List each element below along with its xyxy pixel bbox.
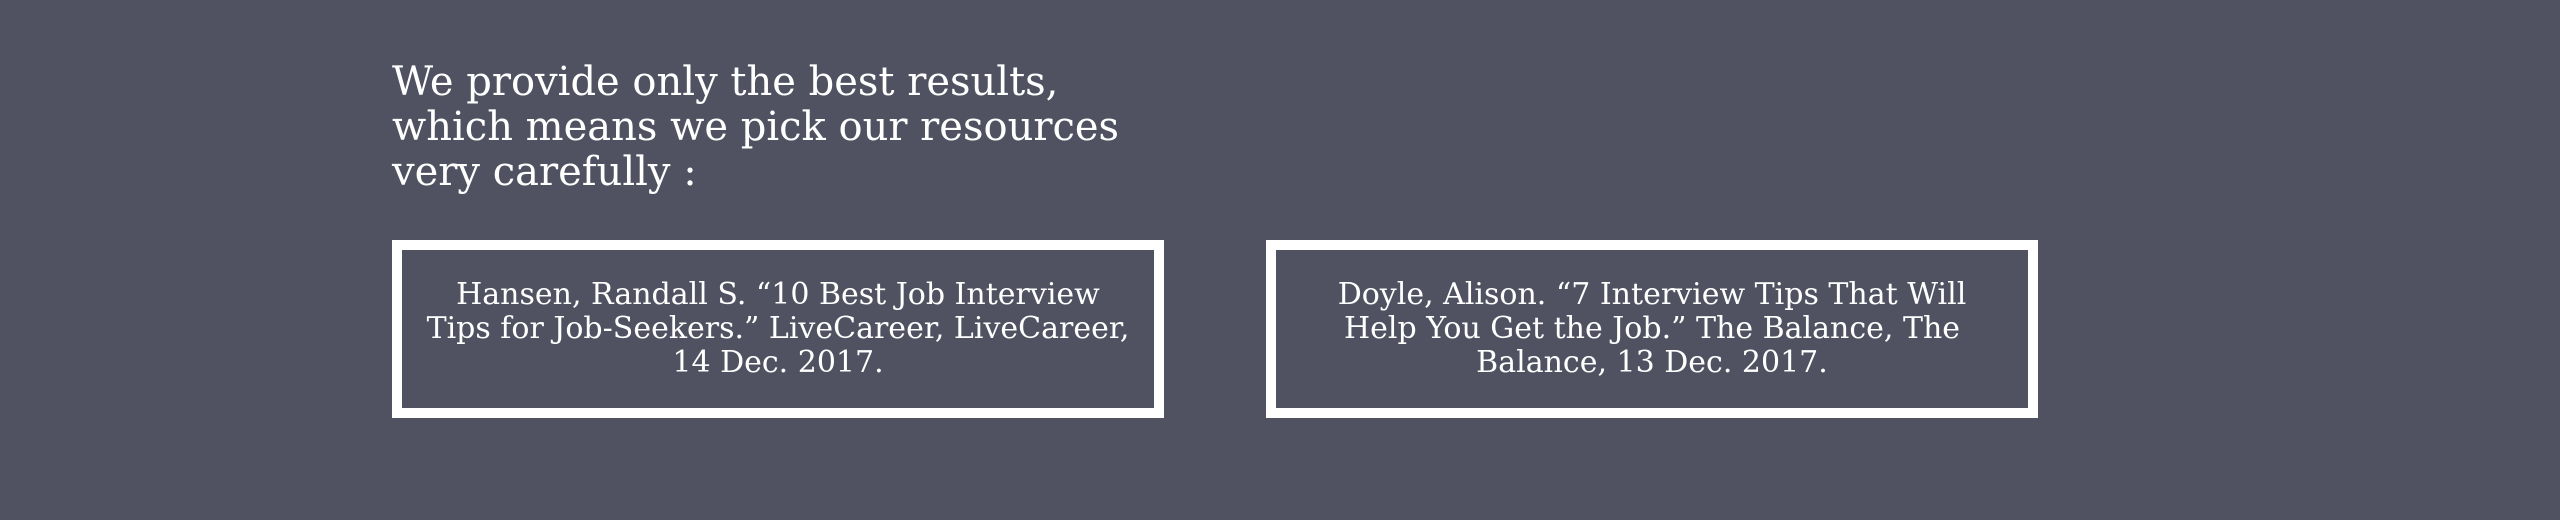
- source-citation-text: Hansen, Randall S. “10 Best Job Intervie…: [426, 277, 1130, 380]
- intro-heading: We provide only the best results, which …: [392, 59, 1120, 195]
- source-citation-box: Doyle, Alison. “7 Interview Tips That Wi…: [1266, 240, 2038, 418]
- source-citation-text: Doyle, Alison. “7 Interview Tips That Wi…: [1337, 277, 1967, 380]
- source-citation-box: Hansen, Randall S. “10 Best Job Intervie…: [392, 240, 1164, 418]
